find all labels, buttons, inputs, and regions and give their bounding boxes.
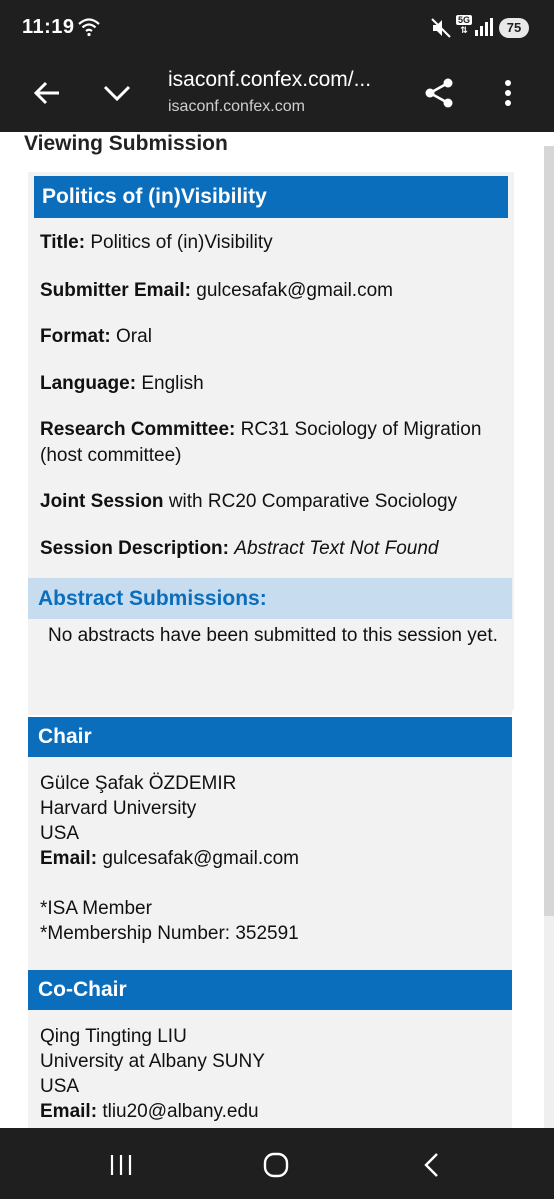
page-content: Viewing Submission Politics of (in)Visib… [0, 132, 554, 1128]
research-committee-label: Research Committee: [40, 419, 236, 440]
recents-icon[interactable] [108, 1154, 134, 1176]
title-value: Politics of (in)Visibility [90, 232, 273, 253]
signal-icon [475, 18, 493, 36]
submitter-email-field: Submitter Email: gulcesafak@gmail.com [40, 278, 502, 304]
status-time: 11:19 [22, 16, 75, 38]
chair-email: Email: gulcesafak@gmail.com [40, 846, 502, 871]
joint-session-label: Joint Session [40, 491, 164, 512]
url-title[interactable]: isaconf.confex.com/... [168, 68, 371, 92]
url-domain[interactable]: isaconf.confex.com [168, 98, 305, 116]
format-field: Format: Oral [40, 324, 502, 350]
submitter-email-value: gulcesafak@gmail.com [196, 280, 393, 301]
home-icon[interactable] [263, 1152, 289, 1178]
network-label: 5G [456, 15, 472, 25]
cochair-email-label: Email: [40, 1101, 98, 1122]
title-label: Title: [40, 232, 86, 253]
format-value: Oral [116, 326, 152, 347]
chair-email-value[interactable]: gulcesafak@gmail.com [102, 848, 299, 869]
chair-email-label: Email: [40, 848, 98, 869]
battery-icon: 75 [499, 18, 529, 38]
language-value: English [141, 373, 204, 394]
chair-details: Gülce Şafak ÖZDEMIR Harvard University U… [40, 771, 502, 946]
submitter-email-label: Submitter Email: [40, 280, 191, 301]
language-label: Language: [40, 373, 137, 394]
chair-institution: Harvard University [40, 798, 197, 819]
chair-country: USA [40, 823, 80, 844]
research-committee-field: Research Committee: RC31 Sociology of Mi… [40, 417, 502, 469]
status-bar: 11:19 5G ⇅ 75 [0, 0, 554, 56]
back-arrow-icon[interactable] [30, 76, 64, 110]
chevron-down-icon[interactable] [100, 76, 134, 110]
joint-session-field: Joint Session with RC20 Comparative Soci… [40, 489, 502, 515]
scrollbar-thumb[interactable] [544, 146, 554, 916]
abstract-submissions-text: No abstracts have been submitted to this… [48, 625, 498, 646]
mute-icon [431, 18, 451, 38]
more-options-icon[interactable] [494, 76, 522, 110]
chair-header: Chair [28, 717, 512, 757]
abstract-submissions-body: No abstracts have been submitted to this… [28, 619, 512, 715]
cochair-panel: Co-Chair Qing Tingting LIU University at… [28, 970, 512, 1128]
session-description-value: Abstract Text Not Found [234, 538, 439, 559]
language-field: Language: English [40, 371, 502, 397]
chair-panel: Chair Gülce Şafak ÖZDEMIR Harvard Univer… [28, 717, 512, 972]
page-title: Viewing Submission [24, 132, 228, 155]
chair-isa-member: *ISA Member [40, 898, 152, 919]
cochair-email: Email: tliu20@albany.edu [40, 1099, 502, 1124]
cochair-header: Co-Chair [28, 970, 512, 1010]
session-description-label: Session Description: [40, 538, 229, 559]
title-field: Title: Politics of (in)Visibility [40, 230, 502, 256]
nav-back-icon[interactable] [422, 1152, 442, 1178]
format-label: Format: [40, 326, 111, 347]
cochair-details: Qing Tingting LIU University at Albany S… [40, 1024, 502, 1124]
joint-session-value: with RC20 Comparative Sociology [168, 491, 458, 512]
wifi-icon [78, 18, 100, 37]
cochair-email-value[interactable]: tliu20@albany.edu [102, 1101, 258, 1122]
system-nav-bar [0, 1128, 554, 1199]
chair-membership-number: *Membership Number: 352591 [40, 923, 299, 944]
session-header: Politics of (in)Visibility [34, 176, 508, 218]
share-icon[interactable] [422, 76, 456, 110]
cochair-institution: University at Albany SUNY [40, 1051, 265, 1072]
battery-level: 75 [506, 20, 522, 35]
chair-name: Gülce Şafak ÖZDEMIR [40, 773, 237, 794]
abstract-submissions-header: Abstract Submissions: [28, 578, 512, 619]
browser-toolbar: isaconf.confex.com/... isaconf.confex.co… [0, 56, 554, 132]
session-description-field: Session Description: Abstract Text Not F… [40, 536, 502, 562]
cochair-country: USA [40, 1076, 80, 1097]
network-5g-icon: 5G ⇅ [456, 15, 472, 35]
cochair-name: Qing Tingting LIU [40, 1026, 187, 1047]
